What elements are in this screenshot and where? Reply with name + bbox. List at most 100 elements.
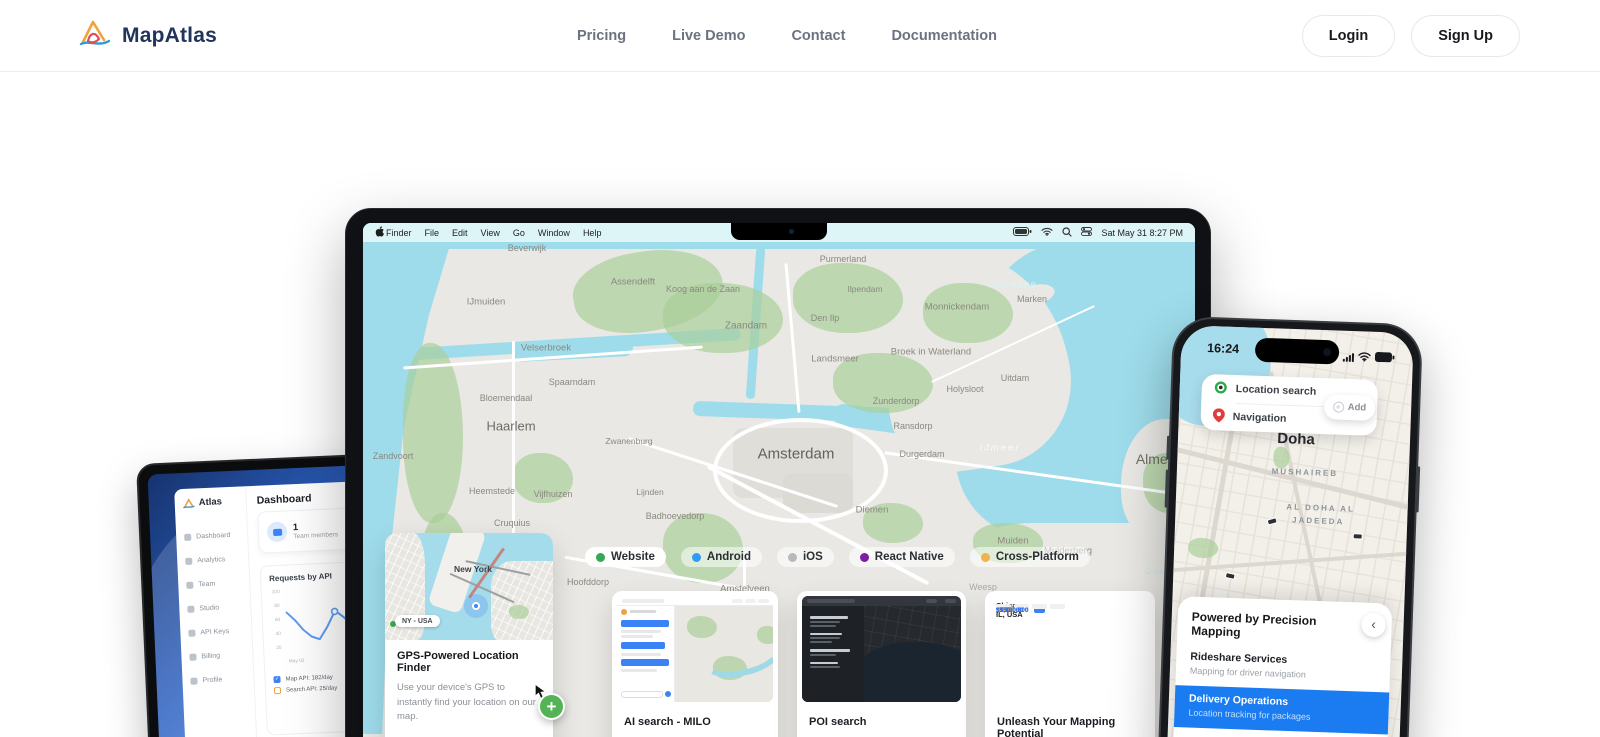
map-place-label: Zaandam: [725, 321, 767, 332]
sidebar-item[interactable]: Billing: [189, 642, 245, 668]
sidebar-item-label: Profile: [202, 676, 222, 684]
location-search-card: Location search Navigation + Add: [1200, 374, 1378, 436]
header: MapAtlas Pricing Live Demo Contact Docum…: [0, 0, 1600, 72]
nav-link[interactable]: Live Demo: [672, 28, 745, 44]
map-place-label: Zunderdorp: [873, 396, 920, 406]
map-place-label: Hoofddorp: [567, 577, 609, 587]
poi-search-card-title: POI search: [797, 707, 966, 728]
camera-dot: [789, 229, 794, 234]
map-place-label: Landsmeer: [811, 354, 859, 365]
cell-signal-icon: [1343, 352, 1354, 361]
svg-text:40: 40: [275, 631, 281, 637]
poi-search-card[interactable]: POI search: [797, 591, 966, 737]
sidebar-item-icon: [189, 653, 196, 660]
menubar-menu-item[interactable]: File: [425, 228, 440, 238]
nav-link[interactable]: Contact: [791, 28, 845, 44]
signup-button[interactable]: Sign Up: [1411, 15, 1520, 57]
map-place-label: Diemen: [856, 505, 889, 516]
real-estate-card[interactable]: Chicago, IL, USA $550,000 $750,000 $1,12…: [985, 591, 1155, 737]
brand[interactable]: MapAtlas: [78, 18, 217, 53]
nav-link[interactable]: Documentation: [891, 28, 997, 44]
header-actions: Login Sign Up: [1302, 15, 1520, 57]
wifi-icon: [1358, 348, 1372, 366]
menubar-menu-item[interactable]: Help: [583, 228, 602, 238]
menubar-menu-item[interactable]: Edit: [452, 228, 468, 238]
legend-label: Search API: 25/day: [286, 685, 338, 693]
platform-dot-icon: [860, 553, 869, 562]
menubar-menu-item[interactable]: Finder: [386, 228, 412, 238]
control-center-icon[interactable]: [1081, 227, 1092, 238]
sidebar-item[interactable]: Dashboard: [184, 523, 240, 549]
sidebar-item[interactable]: Team: [186, 571, 242, 597]
macbook-notch: [731, 223, 827, 240]
map-place-label: Holysloot: [946, 384, 983, 394]
platform-badge: Android: [681, 547, 762, 567]
phone-screen: 16:24 Location search Navigation: [1166, 325, 1414, 737]
sidebar-item-label: API Keys: [200, 628, 229, 636]
menubar-clock[interactable]: Sat May 31 8:27 PM: [1101, 228, 1183, 238]
brand-name: MapAtlas: [122, 24, 217, 48]
gps-feature-card[interactable]: New York NY - USA GPS-Powered Location F…: [385, 533, 553, 737]
map-place-label: Cruquius: [494, 518, 530, 528]
sidebar-item-label: Dashboard: [196, 531, 231, 539]
chevron-left-icon[interactable]: ‹: [1361, 613, 1386, 638]
map-place-label: Ransdorp: [893, 421, 932, 431]
map-place-label: Marken: [1017, 294, 1047, 304]
ai-search-screenshot: [617, 596, 773, 702]
new-york-mini-map: New York NY - USA: [385, 533, 553, 640]
sidebar-item-label: Analytics: [197, 556, 225, 564]
landing-page: MapAtlas Pricing Live Demo Contact Docum…: [0, 0, 1600, 737]
add-button[interactable]: + Add: [1323, 394, 1375, 421]
sidebar-item[interactable]: API Keys: [188, 618, 244, 644]
map-place-label: Heemstede: [469, 486, 515, 496]
ai-search-card[interactable]: AI search - MILO: [612, 591, 778, 737]
platform-badges: Website Android iOS: [585, 547, 1090, 567]
map-place-label: Haarlem: [486, 419, 535, 434]
svg-text:80: 80: [274, 603, 280, 609]
sidebar-item-icon: [190, 677, 197, 684]
wifi-icon[interactable]: [1041, 227, 1053, 238]
menubar-menus: Finder File Edit View Go Window Help: [386, 228, 601, 238]
nav-link[interactable]: Pricing: [577, 28, 626, 44]
platform-dot-icon: [692, 553, 701, 562]
map-place-label: Assendelft: [611, 277, 655, 288]
map-place-label: Purmerland: [820, 254, 867, 264]
legend-label: Map API: 182/day: [285, 674, 333, 682]
apple-menu-icon[interactable]: [375, 226, 384, 239]
navigation-label: Navigation: [1233, 411, 1287, 425]
battery-icon[interactable]: [1013, 227, 1032, 238]
gps-card-title: GPS-Powered Location Finder: [397, 650, 541, 674]
platform-badge: Website: [585, 547, 666, 567]
sidebar-item[interactable]: Profile: [190, 666, 246, 692]
location-target-icon: [1213, 380, 1228, 397]
map-place-label: Gouwzee: [989, 279, 1038, 289]
map-place-label: IJmuiden: [467, 297, 506, 308]
sidebar-item[interactable]: Analytics: [185, 547, 241, 573]
platform-badge: Cross-Platform: [970, 547, 1090, 567]
rideshare-services-item[interactable]: Rideshare Services Mapping for driver na…: [1190, 651, 1377, 682]
sidebar-item-icon: [188, 629, 195, 636]
add-label: Add: [1348, 402, 1367, 414]
map-place-label: Bloemendaal: [480, 393, 533, 403]
sidebar-item-icon: [187, 605, 194, 612]
add-location-button[interactable]: +: [538, 693, 565, 720]
poi-search-screenshot: [802, 596, 961, 702]
menubar-menu-item[interactable]: Window: [538, 228, 570, 238]
map-place-label: Monnickendam: [925, 302, 989, 313]
atlas-logo: Atlas: [183, 496, 238, 509]
login-button[interactable]: Login: [1302, 15, 1395, 57]
legend-checkbox-search-api[interactable]: [274, 687, 281, 694]
spotlight-search-icon[interactable]: [1062, 227, 1072, 239]
map-place-label: Koog aan de Zaan: [666, 284, 740, 294]
bottom-sheet[interactable]: Powered by Precision Mapping ‹ Rideshare…: [1171, 596, 1393, 737]
delivery-operations-item[interactable]: Delivery Operations Location tracking fo…: [1174, 685, 1389, 734]
status-bar-icons: [1343, 348, 1396, 368]
menubar-menu-item[interactable]: Go: [513, 228, 525, 238]
gps-card-description: Use your device's GPS to instantly find …: [397, 681, 541, 725]
legend-checkbox-map-api[interactable]: [273, 676, 280, 683]
listing-price: $1,500,000: [996, 607, 1029, 614]
sidebar-item[interactable]: Studio: [187, 595, 243, 621]
map-place-label: Amsterdam: [758, 446, 835, 463]
menubar-menu-item[interactable]: View: [481, 228, 500, 238]
map-place-label: Broek in Waterland: [891, 347, 971, 358]
